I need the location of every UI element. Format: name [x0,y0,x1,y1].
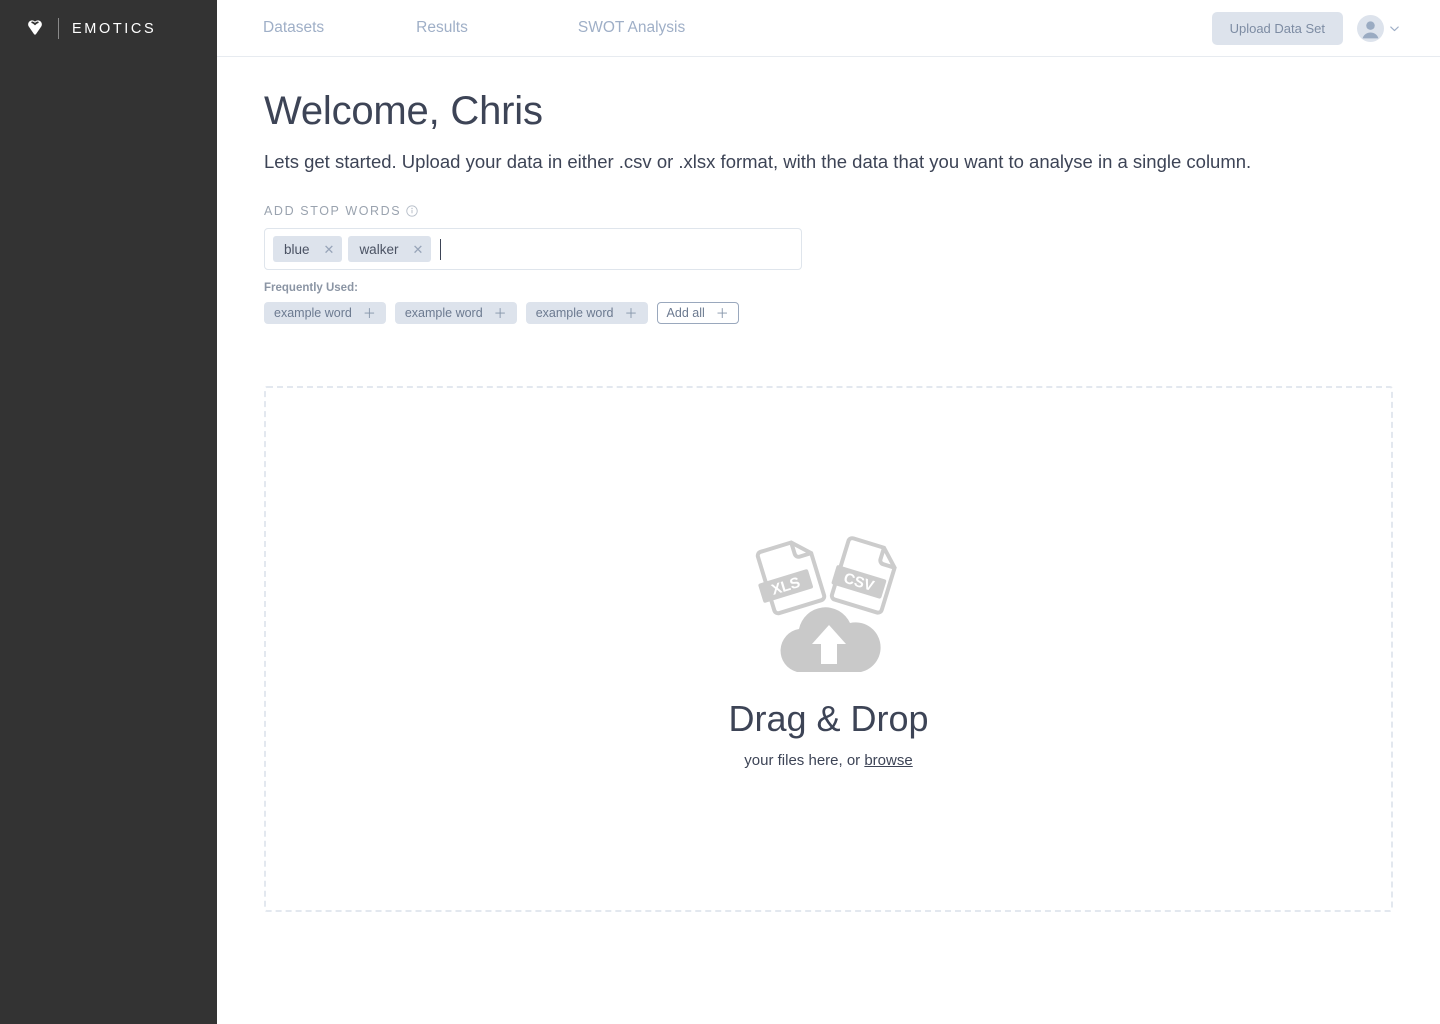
frequent-word-chip-label: example word [274,306,352,321]
frequent-word-chip[interactable]: example word ＋ [264,302,386,325]
stop-word-tag-label: blue [284,241,310,257]
page-content: Welcome, Chris Lets get started. Upload … [217,89,1440,325]
nav-item-results[interactable]: Results [416,19,468,37]
stop-words-label-row: ADD STOP WORDS [264,204,1393,218]
dropzone-title: Drag & Drop [728,697,929,739]
text-cursor [440,238,442,260]
plus-icon: ＋ [715,305,729,321]
stop-words-label: ADD STOP WORDS [264,204,402,219]
heart-icon [28,19,42,35]
frequently-used-chips: example word ＋ example word ＋ example wo… [264,302,1393,325]
add-all-chip[interactable]: Add all ＋ [656,302,739,325]
info-icon[interactable] [406,205,418,217]
stop-words-input[interactable]: blue ✕ walker ✕ [264,228,802,271]
plus-icon: ＋ [624,305,638,321]
upload-data-set-button[interactable]: Upload Data Set [1211,12,1343,45]
nav-item-datasets[interactable]: Datasets [263,19,324,37]
file-dropzone[interactable]: XLS CSV Drag & Drop your files here, or … [264,386,1393,913]
main-nav: Datasets Results SWOT Analysis [217,19,685,37]
file-upload-cloud-icon: XLS CSV [755,535,897,672]
frequent-word-chip[interactable]: example word ＋ [394,302,517,325]
user-avatar-icon [1357,15,1384,42]
chevron-down-icon [1390,26,1399,32]
frequent-word-chip-label: example word [404,306,483,321]
add-all-chip-label: Add all [666,306,705,321]
dropzone-subtitle: your files here, or browse [744,752,912,769]
stop-word-tag[interactable]: blue ✕ [273,236,343,263]
page-subtitle: Lets get started. Upload your data in ei… [264,151,1252,172]
sidebar: EMOTICS [0,0,217,1024]
close-icon[interactable]: ✕ [324,243,335,256]
page-title: Welcome, Chris [264,89,543,133]
close-icon[interactable]: ✕ [412,243,423,256]
frequent-word-chip-label: example word [535,306,614,321]
main-pane: Datasets Results SWOT Analysis Upload Da… [217,0,1440,1024]
brand[interactable]: EMOTICS [0,0,217,57]
nav-item-swot-analysis[interactable]: SWOT Analysis [578,19,685,37]
plus-icon: ＋ [493,305,507,321]
frequent-word-chip[interactable]: example word ＋ [525,302,648,325]
top-header: Datasets Results SWOT Analysis Upload Da… [217,0,1440,57]
app-root: EMOTICS Datasets Results SWOT Analysis U… [0,0,1440,1024]
frequently-used-label: Frequently Used: [264,282,358,295]
dropzone-subtitle-text: your files here, or [744,751,865,769]
plus-icon: ＋ [362,305,376,321]
brand-name: EMOTICS [72,20,157,37]
browse-link[interactable]: browse [864,752,912,769]
header-actions: Upload Data Set [1211,0,1400,57]
stop-word-tag-label: walker [359,241,399,257]
brand-divider [58,18,59,39]
account-menu[interactable] [1357,15,1400,42]
stop-word-tag[interactable]: walker ✕ [348,236,432,263]
